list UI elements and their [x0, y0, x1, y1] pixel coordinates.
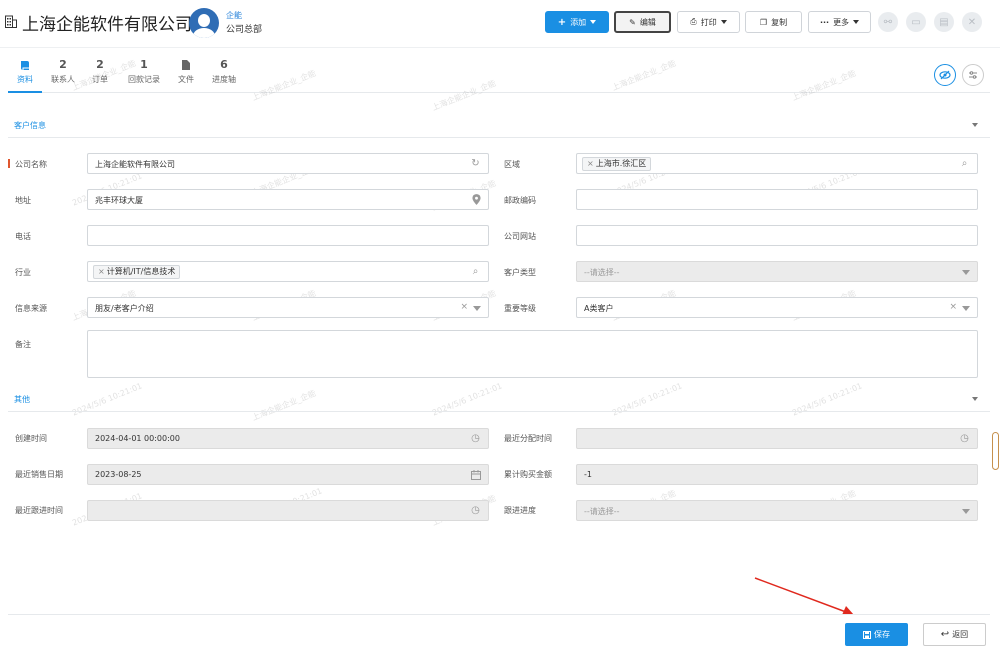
postcode-input[interactable] [576, 189, 978, 210]
industry-input[interactable]: × 计算机/IT/信息技术 ⌕ [87, 261, 489, 282]
edit-button[interactable]: ✎ 编辑 [614, 11, 671, 33]
sliders-icon [969, 71, 977, 79]
save-button[interactable]: 保存 [845, 623, 908, 646]
clock-icon: ◷ [960, 433, 969, 444]
note-icon[interactable]: ▤ [934, 12, 954, 32]
tab-profile[interactable]: 资料 [8, 58, 42, 93]
follow-progress-select[interactable]: --请选择-- [576, 500, 978, 521]
last-assign-time-label: 最近分配时间 [504, 434, 552, 443]
book-icon [21, 61, 29, 70]
company-name-label: 公司名称 [15, 160, 47, 169]
field-settings-button[interactable] [962, 64, 984, 86]
tab-files[interactable]: 文件 [174, 58, 198, 85]
copy-icon: ❐ [759, 17, 768, 27]
remark-textarea[interactable] [87, 330, 978, 378]
industry-label: 行业 [15, 268, 31, 277]
print-button[interactable]: ⎙ 打印 [677, 11, 740, 33]
source-label: 信息来源 [15, 304, 47, 313]
avatar[interactable] [189, 8, 219, 38]
back-button[interactable]: ↩ 返回 [923, 623, 986, 646]
chevron-down-icon [962, 306, 970, 311]
customer-type-select[interactable]: --请选择-- [576, 261, 978, 282]
required-marker [8, 159, 10, 168]
chevron-down-icon [720, 20, 727, 24]
file-icon [182, 60, 190, 70]
last-assign-time-field: ◷ [576, 428, 978, 449]
chevron-down-icon [962, 270, 970, 275]
remove-tag-icon[interactable]: × [587, 159, 594, 168]
refresh-icon[interactable]: ↻ [470, 158, 481, 169]
last-sale-date-label: 最近销售日期 [15, 470, 63, 479]
clock-icon: ◷ [471, 505, 480, 516]
window-icon[interactable]: ▭ [906, 12, 926, 32]
address-label: 地址 [15, 196, 31, 205]
tab-orders[interactable]: 2 订单 [88, 58, 112, 85]
importance-label: 重要等级 [504, 304, 536, 313]
address-input[interactable]: 兆丰环球大厦 [87, 189, 489, 210]
building-icon [5, 15, 17, 28]
created-time-field: 2024-04-01 00:00:00 ◷ [87, 428, 489, 449]
tab-contacts[interactable]: 2 联系人 [48, 58, 78, 85]
chevron-down-icon [972, 397, 978, 401]
chevron-down-icon [962, 509, 970, 514]
last-follow-time-label: 最近跟进时间 [15, 506, 63, 515]
reply-icon: ↩ [940, 629, 950, 640]
region-input[interactable]: × 上海市.徐汇区 ⌕ [576, 153, 978, 174]
page-title: 上海企能软件有限公司 [22, 15, 192, 35]
region-label: 区域 [504, 160, 520, 169]
clock-icon: ◷ [471, 433, 480, 444]
close-icon[interactable]: ✕ [962, 12, 982, 32]
remark-label: 备注 [15, 340, 31, 349]
ellipsis-icon: ··· [819, 17, 830, 27]
footer-divider [8, 614, 990, 615]
postcode-label: 邮政编码 [504, 196, 536, 205]
customer-type-label: 客户类型 [504, 268, 536, 277]
calendar-icon [471, 470, 481, 480]
printer-icon: ⎙ [690, 17, 697, 26]
copy-button[interactable]: ❐ 复制 [745, 11, 802, 33]
chevron-down-icon [590, 20, 597, 24]
remove-tag-icon[interactable]: × [98, 267, 105, 276]
share-icon[interactable]: ⚯ [878, 12, 898, 32]
chevron-down-icon [473, 306, 481, 311]
user-department: 公司总部 [226, 25, 263, 35]
edit-icon: ✎ [629, 17, 636, 27]
source-select[interactable]: 朋友/老客户介绍 × [87, 297, 489, 318]
user-name-link[interactable]: 企能 [226, 10, 242, 21]
total-purchase-field: -1 [576, 464, 978, 485]
search-icon[interactable]: ⌕ [959, 158, 970, 169]
industry-tag[interactable]: × 计算机/IT/信息技术 [93, 265, 181, 279]
add-button[interactable]: + 添加 [545, 11, 609, 33]
search-icon[interactable]: ⌕ [470, 266, 481, 277]
total-purchase-label: 累计购买金额 [504, 470, 552, 479]
company-name-input[interactable]: 上海企能软件有限公司 ↻ [87, 153, 489, 174]
phone-input[interactable] [87, 225, 489, 246]
section-other[interactable]: 其他 [8, 386, 990, 412]
eye-slash-icon [939, 70, 951, 80]
website-input[interactable] [576, 225, 978, 246]
clear-icon[interactable]: × [949, 302, 957, 312]
header: 上海企能软件有限公司 企能 公司总部 + 添加 ✎ 编辑 ⎙ 打印 ❐ 复制 ·… [0, 0, 1000, 48]
phone-label: 电话 [15, 232, 31, 241]
region-tag[interactable]: × 上海市.徐汇区 [582, 157, 652, 171]
plus-icon: + [557, 16, 567, 28]
map-pin-icon[interactable] [472, 194, 481, 205]
last-sale-date-field: 2023-08-25 [87, 464, 489, 485]
chevron-down-icon [853, 20, 860, 24]
website-label: 公司网站 [504, 232, 536, 241]
tab-bar: 资料 2 联系人 2 订单 1 回款记录 文件 6 进度轴 [8, 58, 990, 93]
save-icon [863, 630, 871, 639]
importance-select[interactable]: A类客户 × [576, 297, 978, 318]
last-follow-time-field: ◷ [87, 500, 489, 521]
created-time-label: 创建时间 [15, 434, 47, 443]
tab-payments[interactable]: 1 回款记录 [124, 58, 164, 85]
section-customer-info[interactable]: 客户信息 [8, 112, 990, 138]
hide-fields-button[interactable] [934, 64, 956, 86]
tab-timeline[interactable]: 6 进度轴 [208, 58, 240, 85]
scrollbar-thumb[interactable] [992, 432, 999, 470]
follow-progress-label: 跟进进度 [504, 506, 536, 515]
chevron-down-icon [972, 123, 978, 127]
clear-icon[interactable]: × [460, 302, 468, 312]
more-button[interactable]: ··· 更多 [808, 11, 871, 33]
